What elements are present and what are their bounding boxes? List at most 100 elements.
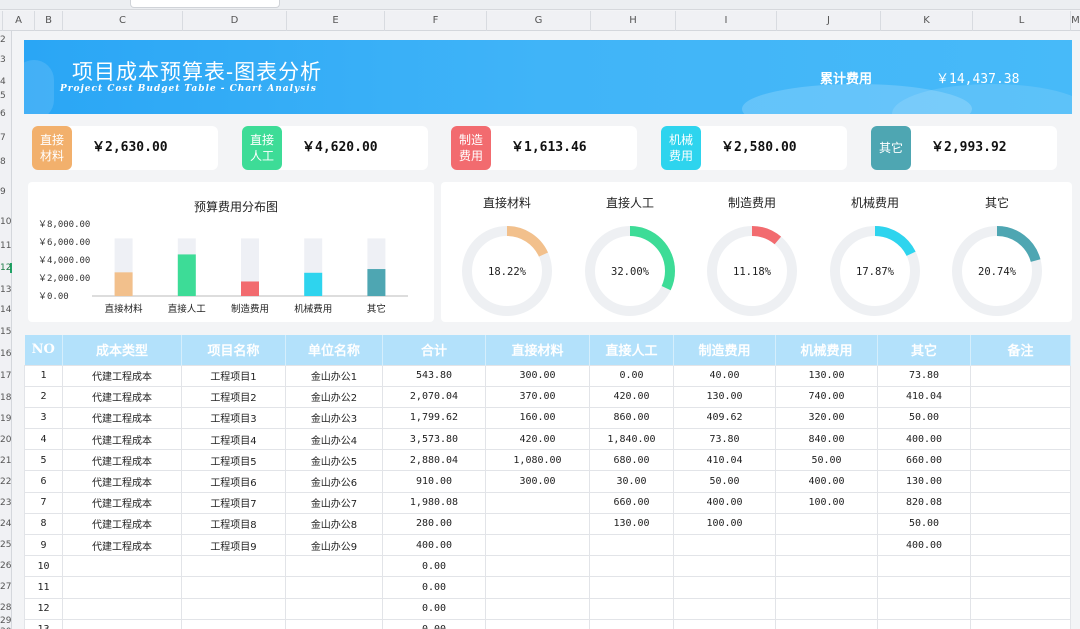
table-cell[interactable]: 8 <box>24 512 63 536</box>
table-cell[interactable] <box>775 512 878 536</box>
table-cell[interactable] <box>877 576 971 599</box>
table-cell[interactable]: 130.00 <box>673 385 776 408</box>
table-cell[interactable] <box>485 533 590 557</box>
table-cell[interactable]: 910.00 <box>382 470 486 493</box>
table-cell[interactable]: 代建工程成本 <box>62 428 182 451</box>
table-cell[interactable] <box>285 555 383 578</box>
table-cell[interactable]: 10 <box>24 555 63 578</box>
table-cell[interactable] <box>775 533 878 557</box>
table-cell[interactable] <box>181 618 286 629</box>
row-header[interactable]: 27 <box>0 582 12 592</box>
row-header[interactable]: 23 <box>0 498 12 508</box>
column-header[interactable]: K <box>880 11 972 31</box>
table-cell[interactable]: 金山办公4 <box>285 428 383 451</box>
column-header[interactable]: J <box>776 11 880 31</box>
table-cell[interactable]: 11 <box>24 576 63 599</box>
table-cell[interactable]: 9 <box>24 533 63 557</box>
table-cell[interactable]: 660.00 <box>589 491 674 514</box>
table-cell[interactable]: 73.80 <box>673 428 776 451</box>
table-cell[interactable]: 工程项目9 <box>181 533 286 557</box>
table-cell[interactable]: 代建工程成本 <box>62 449 182 472</box>
column-header-cell[interactable]: 合计 <box>382 335 486 365</box>
column-header[interactable]: A <box>2 11 34 31</box>
column-header[interactable]: M <box>1070 11 1080 31</box>
table-cell[interactable] <box>485 512 590 536</box>
table-cell[interactable] <box>485 555 590 578</box>
column-header[interactable]: E <box>286 11 384 31</box>
table-cell[interactable]: 代建工程成本 <box>62 470 182 493</box>
table-cell[interactable] <box>877 597 971 620</box>
table-cell[interactable] <box>970 449 1071 472</box>
row-header[interactable]: 28 <box>0 603 12 613</box>
table-cell[interactable]: 金山办公6 <box>285 470 383 493</box>
table-cell[interactable] <box>970 618 1071 629</box>
column-header-cell[interactable]: 项目名称 <box>181 335 286 365</box>
table-cell[interactable]: 30.00 <box>589 470 674 493</box>
table-cell[interactable]: 0.00 <box>382 555 486 578</box>
table-cell[interactable] <box>970 364 1071 387</box>
table-cell[interactable]: 50.00 <box>877 406 971 430</box>
row-header[interactable]: 4 <box>0 77 12 87</box>
table-cell[interactable]: 金山办公8 <box>285 512 383 536</box>
table-cell[interactable] <box>970 385 1071 408</box>
column-header[interactable]: L <box>972 11 1070 31</box>
table-cell[interactable] <box>589 576 674 599</box>
row-header[interactable]: 19 <box>0 414 12 424</box>
row-header[interactable]: 21 <box>0 456 12 466</box>
table-cell[interactable]: 420.00 <box>485 428 590 451</box>
table-cell[interactable]: 50.00 <box>877 512 971 536</box>
table-cell[interactable]: 6 <box>24 470 63 493</box>
table-cell[interactable] <box>970 491 1071 514</box>
table-cell[interactable]: 2,070.04 <box>382 385 486 408</box>
table-cell[interactable] <box>775 618 878 629</box>
column-header[interactable]: C <box>62 11 182 31</box>
column-header-cell[interactable]: 其它 <box>877 335 971 365</box>
table-cell[interactable]: 13 <box>24 618 63 629</box>
table-cell[interactable] <box>970 576 1071 599</box>
row-header[interactable]: 16 <box>0 349 12 359</box>
table-cell[interactable]: 300.00 <box>485 364 590 387</box>
column-header-cell[interactable]: 单位名称 <box>285 335 383 365</box>
column-header[interactable]: G <box>486 11 590 31</box>
table-cell[interactable] <box>970 555 1071 578</box>
table-cell[interactable]: 660.00 <box>877 449 971 472</box>
table-cell[interactable]: 400.00 <box>382 533 486 557</box>
row-header[interactable]: 2 <box>0 35 12 45</box>
table-cell[interactable]: 1,080.00 <box>485 449 590 472</box>
table-cell[interactable]: 300.00 <box>485 470 590 493</box>
table-cell[interactable]: 代建工程成本 <box>62 385 182 408</box>
table-cell[interactable]: 409.62 <box>673 406 776 430</box>
table-cell[interactable] <box>181 555 286 578</box>
table-cell[interactable]: 130.00 <box>589 512 674 536</box>
table-cell[interactable]: 420.00 <box>589 385 674 408</box>
table-cell[interactable]: 4 <box>24 428 63 451</box>
table-cell[interactable] <box>970 512 1071 536</box>
table-cell[interactable] <box>970 597 1071 620</box>
table-cell[interactable] <box>285 576 383 599</box>
row-header[interactable]: 12 <box>0 263 12 273</box>
table-cell[interactable]: 100.00 <box>775 491 878 514</box>
table-cell[interactable]: 金山办公1 <box>285 364 383 387</box>
table-cell[interactable]: 5 <box>24 449 63 472</box>
row-header[interactable]: 18 <box>0 393 12 403</box>
table-cell[interactable]: 0.00 <box>589 364 674 387</box>
table-cell[interactable]: 工程项目8 <box>181 512 286 536</box>
table-cell[interactable]: 130.00 <box>877 470 971 493</box>
table-cell[interactable] <box>673 597 776 620</box>
column-header[interactable]: H <box>590 11 675 31</box>
table-cell[interactable]: 400.00 <box>877 428 971 451</box>
table-cell[interactable]: 40.00 <box>673 364 776 387</box>
table-cell[interactable] <box>589 533 674 557</box>
formula-box[interactable] <box>130 0 280 8</box>
table-cell[interactable]: 1,980.08 <box>382 491 486 514</box>
table-cell[interactable]: 代建工程成本 <box>62 406 182 430</box>
table-cell[interactable]: 400.00 <box>775 470 878 493</box>
table-cell[interactable]: 0.00 <box>382 576 486 599</box>
table-cell[interactable]: 工程项目4 <box>181 428 286 451</box>
table-cell[interactable] <box>589 597 674 620</box>
table-cell[interactable]: 2,880.04 <box>382 449 486 472</box>
table-cell[interactable] <box>485 618 590 629</box>
table-cell[interactable]: 工程项目7 <box>181 491 286 514</box>
table-cell[interactable] <box>62 618 182 629</box>
column-header-cell[interactable]: NO <box>24 335 63 365</box>
